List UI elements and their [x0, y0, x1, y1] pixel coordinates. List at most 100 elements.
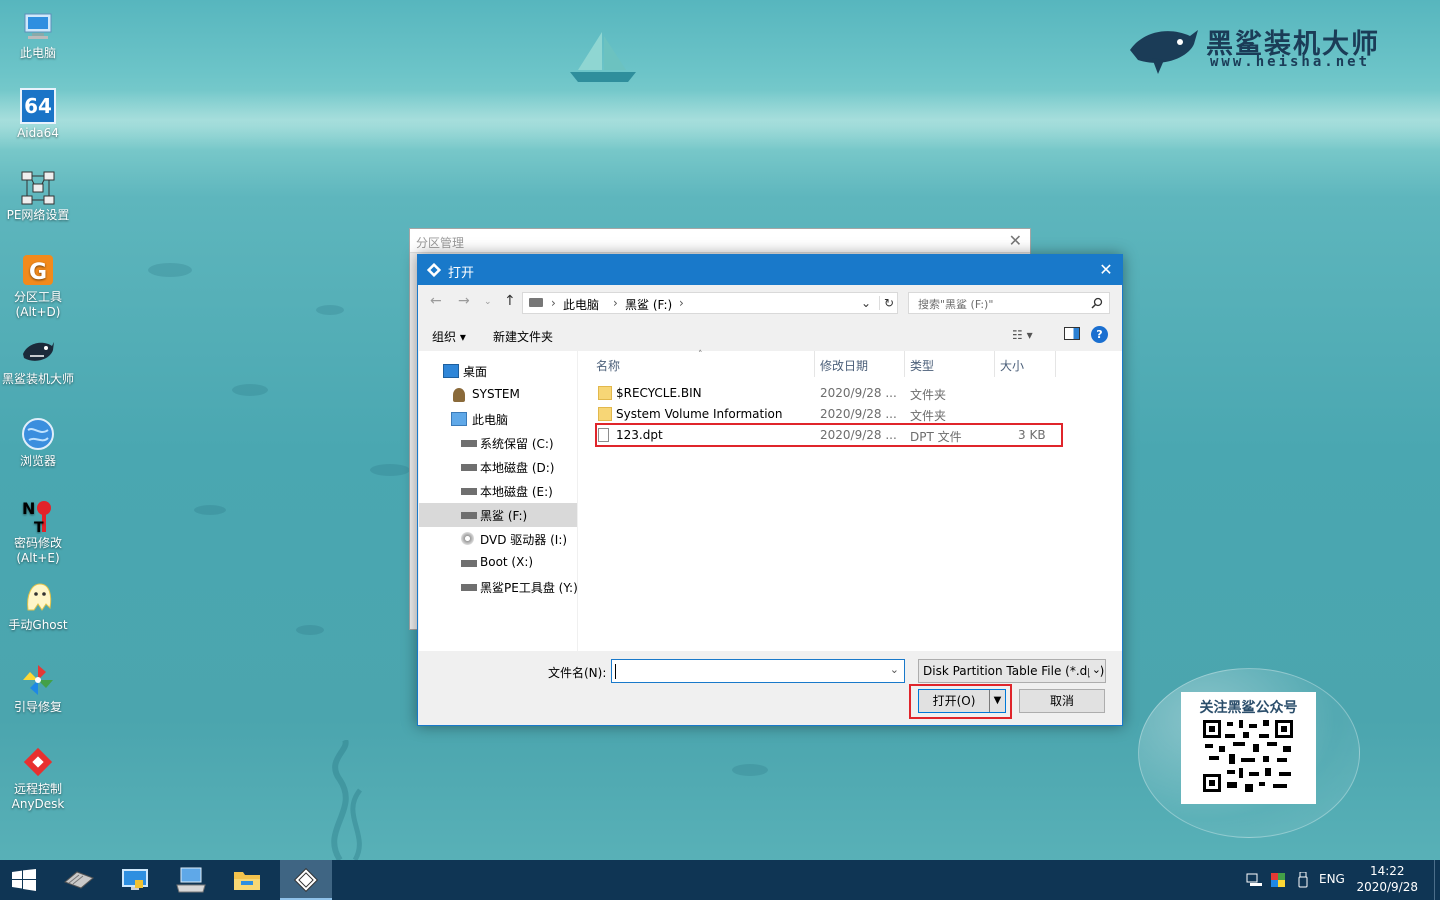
- language-indicator[interactable]: ENG: [1319, 872, 1345, 886]
- drive-icon: [529, 298, 543, 307]
- drive-icon: [461, 464, 477, 471]
- tree-item-drive-x[interactable]: Boot (X:): [419, 551, 577, 575]
- up-arrow-icon[interactable]: ↑: [504, 293, 516, 309]
- desktop-icon-browser[interactable]: 浏览器: [2, 416, 74, 469]
- forward-arrow-icon[interactable]: →: [458, 293, 470, 309]
- list-item[interactable]: $RECYCLE.BIN 2020/9/28 ... 文件夹: [594, 383, 1064, 404]
- taskbar-disk-tool[interactable]: [54, 860, 104, 900]
- chevron-down-icon[interactable]: ⌄: [484, 297, 492, 307]
- breadcrumb-drive[interactable]: 黑鲨 (F:): [625, 296, 672, 313]
- qr-code-card: 关注黑鲨公众号: [1181, 692, 1316, 804]
- color-tray-icon[interactable]: [1271, 873, 1285, 887]
- system-clock[interactable]: 14:22 2020/9/28: [1356, 863, 1418, 895]
- new-folder-button[interactable]: 新建文件夹: [493, 328, 553, 345]
- desktop-icon-label: 密码修改 (Alt+E): [13, 536, 62, 565]
- navigation-tree[interactable]: 桌面 SYSTEM 此电脑 系统保留 (C:) 本地磁盘 (D:) 本地磁盘 (…: [419, 351, 578, 651]
- drive-icon: [461, 488, 477, 495]
- desktop-icon-this-pc[interactable]: 此电脑: [2, 8, 74, 61]
- open-button-highlight-box: [909, 684, 1012, 719]
- file-list[interactable]: ˄ 名称 修改日期 类型 大小 $RECYCLE.BIN 2020/9/28 .…: [578, 350, 1122, 651]
- cancel-button[interactable]: 取消: [1019, 689, 1105, 713]
- logo-url: www.heisha.net: [1210, 54, 1371, 70]
- organize-menu[interactable]: 组织 ▾: [432, 328, 466, 345]
- desktop-icon-boot-repair[interactable]: 引导修复: [2, 662, 74, 715]
- network-icon: [21, 171, 55, 205]
- drive-icon: [461, 560, 477, 567]
- close-icon[interactable]: ✕: [1009, 231, 1022, 250]
- usb-tray-icon[interactable]: [1298, 872, 1308, 888]
- show-desktop-button[interactable]: [1434, 860, 1440, 900]
- drive-icon: [461, 440, 477, 447]
- desktop-icon-label: 分区工具 (Alt+D): [13, 290, 62, 319]
- desktop-icon-label: PE网络设置: [6, 208, 70, 222]
- tree-item-drive-c[interactable]: 系统保留 (C:): [419, 431, 577, 455]
- column-header-name[interactable]: 名称: [596, 357, 620, 374]
- tree-item-drive-d[interactable]: 本地磁盘 (D:): [419, 455, 577, 479]
- column-header-date[interactable]: 修改日期: [820, 357, 868, 374]
- filename-input[interactable]: ⌄: [611, 659, 905, 683]
- list-item[interactable]: System Volume Information 2020/9/28 ... …: [594, 404, 1064, 425]
- start-button[interactable]: [0, 860, 50, 900]
- column-header-type[interactable]: 类型: [910, 357, 934, 374]
- anydesk-icon: [23, 747, 53, 777]
- sea-wave-band: [0, 90, 1440, 150]
- desktop-icon-password[interactable]: NT 密码修改 (Alt+E): [2, 498, 74, 566]
- back-arrow-icon[interactable]: ←: [430, 293, 442, 309]
- file-type-select[interactable]: Disk Partition Table File (*.dpt) ⌄: [918, 659, 1106, 683]
- view-options-icon[interactable]: ☷ ▾: [1012, 328, 1033, 342]
- clock-date: 2020/9/28: [1356, 880, 1418, 894]
- key-icon: NT: [22, 499, 51, 534]
- open-file-dialog[interactable]: 打开 ✕ ← → ⌄ ↑ › 此电脑 › 黑鲨 (F:) › ⌄ ↻ 搜索"黑鲨…: [417, 254, 1123, 726]
- desktop-icon-label: 手动Ghost: [8, 618, 68, 632]
- monitor-icon: [122, 869, 148, 890]
- desktop-icon-ghost[interactable]: 手动Ghost: [2, 580, 74, 633]
- desktop-icon-label: 黑鲨装机大师: [2, 372, 75, 386]
- tree-item-this-pc[interactable]: 此电脑: [419, 407, 577, 431]
- taskbar-keyboard[interactable]: [166, 860, 216, 900]
- breadcrumb-this-pc[interactable]: 此电脑: [563, 296, 599, 313]
- address-bar[interactable]: › 此电脑 › 黑鲨 (F:) › ⌄ ↻: [522, 292, 898, 314]
- desktop-icon-label: 引导修复: [13, 700, 62, 714]
- desktop-icon-pe-network[interactable]: PE网络设置: [2, 170, 74, 223]
- tree-item-drive-y[interactable]: 黑鲨PE工具盘 (Y:): [419, 575, 578, 599]
- column-separator: [1055, 351, 1056, 377]
- filename-label: 文件名(N):: [548, 666, 607, 680]
- tree-item-drive-f[interactable]: 黑鲨 (F:): [419, 503, 577, 527]
- column-separator: [994, 351, 995, 377]
- tree-item-desktop[interactable]: 桌面: [419, 359, 577, 383]
- taskbar-computer[interactable]: [110, 860, 160, 900]
- close-icon[interactable]: ✕: [1090, 255, 1122, 285]
- taskbar-partition-manager[interactable]: [280, 860, 332, 900]
- back-window-titlebar[interactable]: 分区管理 ✕: [410, 229, 1030, 253]
- tree-item-system[interactable]: SYSTEM: [419, 383, 577, 407]
- help-icon[interactable]: ?: [1091, 326, 1108, 343]
- dialog-title: 打开: [448, 266, 475, 281]
- refresh-icon[interactable]: ↻: [879, 296, 894, 310]
- partition-tool-icon: G: [23, 255, 53, 285]
- breadcrumb-separator: ›: [679, 296, 684, 310]
- desktop-icon-partition-tool[interactable]: G 分区工具 (Alt+D): [2, 252, 74, 320]
- chevron-down-icon[interactable]: ⌄: [861, 296, 871, 310]
- column-header-size[interactable]: 大小: [1000, 357, 1024, 374]
- back-window-title: 分区管理: [416, 236, 465, 250]
- desktop-icon-aida64[interactable]: 64 Aida64: [2, 88, 74, 141]
- dialog-titlebar[interactable]: 打开 ✕: [418, 255, 1122, 285]
- column-separator: [814, 351, 815, 377]
- tree-item-drive-e[interactable]: 本地磁盘 (E:): [419, 479, 577, 503]
- chevron-down-icon[interactable]: ⌄: [890, 663, 899, 676]
- shark-logo-icon: [1130, 30, 1198, 74]
- network-tray-icon[interactable]: [1246, 873, 1262, 887]
- preview-pane-icon[interactable]: [1064, 327, 1080, 340]
- user-icon: [453, 388, 465, 402]
- svg-text:T: T: [34, 520, 44, 534]
- tree-item-dvd[interactable]: DVD 驱动器 (I:): [419, 527, 577, 551]
- desktop-icon-heisha[interactable]: 黑鲨装机大师: [2, 334, 74, 387]
- taskbar: ENG 14:22 2020/9/28: [0, 860, 1440, 900]
- search-input[interactable]: 搜索"黑鲨 (F:)": [908, 292, 1110, 314]
- svg-text:N: N: [22, 499, 35, 518]
- computer-icon: [451, 412, 467, 426]
- taskbar-file-explorer[interactable]: [222, 860, 272, 900]
- sort-ascending-icon: ˄: [698, 350, 703, 360]
- globe-icon: [22, 418, 54, 450]
- desktop-icon-anydesk[interactable]: 远程控制 AnyDesk: [2, 744, 74, 812]
